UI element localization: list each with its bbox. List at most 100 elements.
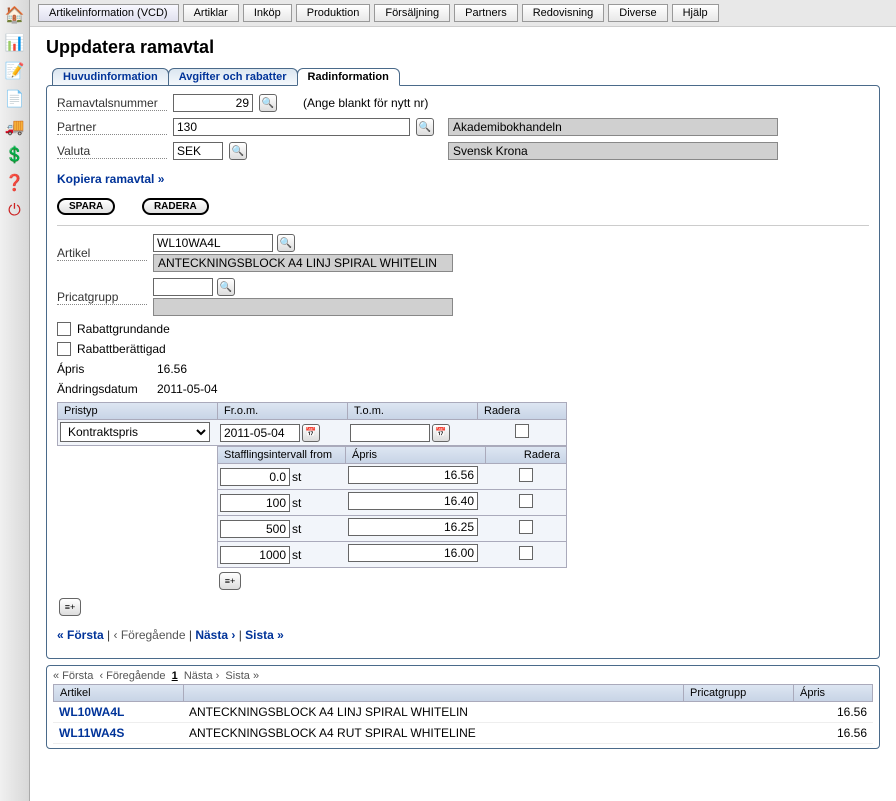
blank-note: (Ange blankt för nytt nr) bbox=[303, 96, 428, 110]
left-sidebar: 🏠 📊 📝 📄 🚚 💲 ❓ ⏻ bbox=[0, 0, 30, 801]
row-pg bbox=[683, 725, 793, 741]
money-icon[interactable]: 💲 bbox=[4, 144, 26, 166]
sheet-icon[interactable]: 📄 bbox=[4, 88, 26, 110]
bth-artikel: Artikel bbox=[54, 685, 184, 701]
th-radera2: Radera bbox=[486, 447, 566, 463]
tab-avgifter[interactable]: Avgifter och rabatter bbox=[168, 68, 298, 85]
row-desc: ANTECKNINGSBLOCK A4 RUT SPIRAL WHITELINE bbox=[183, 725, 683, 741]
tier-from-input[interactable] bbox=[220, 546, 290, 564]
tier-delete-checkbox[interactable] bbox=[519, 468, 533, 482]
tier-price-input[interactable] bbox=[348, 544, 478, 562]
label-andringsdatum: Ändringsdatum bbox=[57, 382, 157, 396]
pager-last[interactable]: Sista » bbox=[245, 628, 284, 642]
home-icon[interactable]: 🏠 bbox=[4, 4, 26, 26]
list-row: WL11WA4S ANTECKNINGSBLOCK A4 RUT SPIRAL W… bbox=[53, 723, 873, 744]
power-icon[interactable]: ⏻ bbox=[4, 200, 26, 222]
bottom-list: « Första ‹ Föregående 1 Nästa › Sista » … bbox=[46, 665, 880, 749]
bth-pricatgrupp: Pricatgrupp bbox=[684, 685, 794, 701]
kopiera-link[interactable]: Kopiera ramavtal » bbox=[57, 172, 164, 186]
from-date-input[interactable] bbox=[220, 424, 300, 442]
tier-unit: st bbox=[292, 548, 301, 562]
pager-next[interactable]: Nästa › bbox=[195, 628, 235, 642]
menu-forsaljning[interactable]: Försäljning bbox=[374, 4, 450, 22]
tom-date-input[interactable] bbox=[350, 424, 430, 442]
tom-calendar-icon[interactable]: 📅 bbox=[432, 424, 450, 442]
ramavtal-search-icon[interactable]: 🔍 bbox=[259, 94, 277, 112]
row-price: 16.56 bbox=[793, 704, 873, 720]
bth-blank bbox=[184, 685, 684, 701]
bth-apris: Ápris bbox=[794, 685, 872, 701]
tab-strip: Huvudinformation Avgifter och rabatter R… bbox=[52, 68, 880, 85]
artikel-name: ANTECKNINGSBLOCK A4 LINJ SPIRAL WHITELIN bbox=[153, 254, 453, 272]
menu-hjalp[interactable]: Hjälp bbox=[672, 4, 719, 22]
delete-button[interactable]: RADERA bbox=[142, 198, 209, 215]
tier-from-input[interactable] bbox=[220, 468, 290, 486]
add-pricerow-button[interactable]: ≡+ bbox=[59, 598, 81, 616]
label-pricatgrupp: Pricatgrupp bbox=[57, 290, 147, 305]
rabattgrundande-checkbox[interactable] bbox=[57, 322, 71, 336]
tier-price-input[interactable] bbox=[348, 466, 478, 484]
pristyp-select[interactable]: Kontraktspris bbox=[60, 422, 210, 442]
record-pager: « Första | ‹ Föregående | Nästa › | Sist… bbox=[57, 628, 869, 642]
tier-price-input[interactable] bbox=[348, 518, 478, 536]
rabattberattigad-checkbox[interactable] bbox=[57, 342, 71, 356]
menu-partners[interactable]: Partners bbox=[454, 4, 518, 22]
row-code-link[interactable]: WL10WA4L bbox=[59, 705, 124, 719]
pricatgrupp-name bbox=[153, 298, 453, 316]
tier-row: st bbox=[217, 490, 567, 516]
tier-unit: st bbox=[292, 522, 301, 536]
tier-row: st bbox=[217, 542, 567, 568]
menu-artiklar[interactable]: Artiklar bbox=[183, 4, 239, 22]
partner-search-icon[interactable]: 🔍 bbox=[416, 118, 434, 136]
menu-diverse[interactable]: Diverse bbox=[608, 4, 667, 22]
tier-from-input[interactable] bbox=[220, 520, 290, 538]
tier-unit: st bbox=[292, 470, 301, 484]
tier-delete-checkbox[interactable] bbox=[519, 520, 533, 534]
row-price: 16.56 bbox=[793, 725, 873, 741]
label-ramavtal: Ramavtalsnummer bbox=[57, 96, 167, 111]
valuta-name: Svensk Krona bbox=[448, 142, 778, 160]
help-icon[interactable]: ❓ bbox=[4, 172, 26, 194]
truck-icon[interactable]: 🚚 bbox=[4, 116, 26, 138]
label-rabattgrundande: Rabattgrundande bbox=[77, 322, 170, 336]
row-desc: ANTECKNINGSBLOCK A4 LINJ SPIRAL WHITELIN bbox=[183, 704, 683, 720]
th-pristyp: Pristyp bbox=[58, 403, 218, 419]
tier-row: st bbox=[217, 516, 567, 542]
label-artikel: Artikel bbox=[57, 246, 147, 261]
tier-delete-checkbox[interactable] bbox=[519, 494, 533, 508]
pricerow-delete-checkbox[interactable] bbox=[515, 424, 529, 438]
edit-icon[interactable]: 📝 bbox=[4, 60, 26, 82]
pager-first[interactable]: « Första bbox=[57, 628, 104, 642]
add-tier-button[interactable]: ≡+ bbox=[219, 572, 241, 590]
menu-produktion[interactable]: Produktion bbox=[296, 4, 371, 22]
save-button[interactable]: SPARA bbox=[57, 198, 115, 215]
label-partner: Partner bbox=[57, 120, 167, 135]
menu-inkop[interactable]: Inköp bbox=[243, 4, 292, 22]
tier-row: st bbox=[217, 464, 567, 490]
valuta-input[interactable] bbox=[173, 142, 223, 160]
label-valuta: Valuta bbox=[57, 144, 167, 159]
from-calendar-icon[interactable]: 📅 bbox=[302, 424, 320, 442]
tab-huvudinformation[interactable]: Huvudinformation bbox=[52, 68, 169, 85]
bottom-pager: « Första ‹ Föregående 1 Nästa › Sista » bbox=[53, 670, 873, 682]
pricatgrupp-input[interactable] bbox=[153, 278, 213, 296]
tab-radinformation[interactable]: Radinformation bbox=[297, 68, 400, 86]
ramavtal-input[interactable] bbox=[173, 94, 253, 112]
menu-redovisning[interactable]: Redovisning bbox=[522, 4, 605, 22]
pricatgrupp-search-icon[interactable]: 🔍 bbox=[217, 278, 235, 296]
pager-prev: ‹ Föregående bbox=[113, 628, 185, 642]
partner-input[interactable] bbox=[173, 118, 410, 136]
chart-icon[interactable]: 📊 bbox=[4, 32, 26, 54]
th-from: Fr.o.m. bbox=[218, 403, 348, 419]
label-rabattberattigad: Rabattberättigad bbox=[77, 342, 166, 356]
apris-value: 16.56 bbox=[157, 362, 187, 376]
menu-artikelinformation[interactable]: Artikelinformation (VCD) bbox=[38, 4, 179, 22]
tier-delete-checkbox[interactable] bbox=[519, 546, 533, 560]
top-menu: Artikelinformation (VCD) Artiklar Inköp … bbox=[30, 0, 896, 27]
tier-from-input[interactable] bbox=[220, 494, 290, 512]
artikel-search-icon[interactable]: 🔍 bbox=[277, 234, 295, 252]
artikel-input[interactable] bbox=[153, 234, 273, 252]
row-code-link[interactable]: WL11WA4S bbox=[59, 726, 124, 740]
tier-price-input[interactable] bbox=[348, 492, 478, 510]
valuta-search-icon[interactable]: 🔍 bbox=[229, 142, 247, 160]
